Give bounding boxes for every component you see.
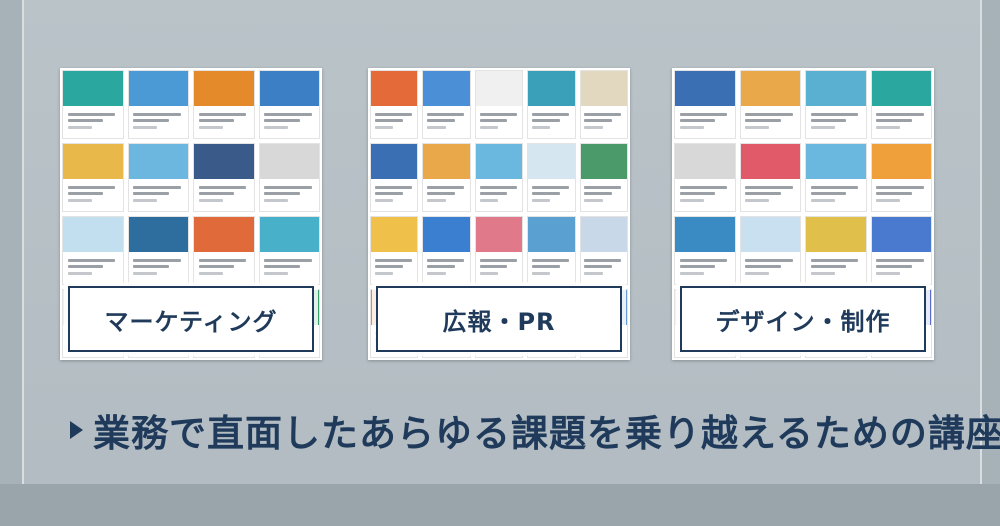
course-thumbnail — [127, 70, 189, 139]
course-thumbnail — [62, 70, 124, 139]
course-thumbnail — [805, 216, 867, 285]
course-thumbnail — [579, 216, 628, 285]
course-thumbnail — [370, 143, 419, 212]
course-thumbnail — [579, 70, 628, 139]
course-thumbnail — [193, 70, 255, 139]
category-card-pr[interactable]: 広報・PR — [368, 68, 630, 360]
category-label: 広報・PR — [442, 307, 556, 336]
course-thumbnail — [258, 216, 320, 285]
category-card-marketing[interactable]: マーケティング — [60, 68, 322, 360]
course-thumbnail — [193, 216, 255, 285]
course-thumbnail — [870, 70, 932, 139]
category-label-box: 広報・PR — [376, 286, 622, 352]
course-thumbnail — [62, 143, 124, 212]
course-thumbnail — [370, 216, 419, 285]
course-thumbnail — [474, 143, 524, 212]
bottom-strip — [0, 484, 1000, 526]
course-thumbnail — [422, 216, 471, 285]
course-thumbnail — [474, 70, 524, 139]
course-thumbnail — [527, 70, 576, 139]
course-thumbnail — [527, 143, 576, 212]
category-card-design[interactable]: デザイン・制作 — [672, 68, 934, 360]
course-thumbnail — [127, 216, 189, 285]
course-thumbnail — [370, 70, 419, 139]
course-thumbnail — [62, 216, 124, 285]
category-label-box: デザイン・制作 — [680, 286, 926, 352]
course-thumbnail — [805, 143, 867, 212]
course-thumbnail — [258, 143, 320, 212]
course-thumbnail — [127, 143, 189, 212]
category-label: デザイン・制作 — [715, 307, 891, 336]
course-thumbnail — [527, 216, 576, 285]
course-thumbnail — [674, 143, 736, 212]
course-thumbnail — [739, 216, 801, 285]
course-thumbnail — [739, 143, 801, 212]
course-thumbnail — [674, 216, 736, 285]
course-thumbnail — [422, 70, 471, 139]
tagline: 業務で直面したあらゆる課題を乗り越えるための講座群 — [70, 402, 1000, 458]
course-thumbnail — [474, 216, 524, 285]
course-thumbnail — [674, 70, 736, 139]
course-thumbnail — [870, 216, 932, 285]
course-thumbnail — [739, 70, 801, 139]
course-thumbnail — [870, 143, 932, 212]
tagline-text: 業務で直面したあらゆる課題を乗り越えるための講座群 — [93, 412, 1000, 455]
category-label: マーケティング — [104, 307, 278, 336]
course-thumbnail — [805, 70, 867, 139]
course-thumbnail — [193, 143, 255, 212]
category-label-box: マーケティング — [68, 286, 314, 352]
course-thumbnail — [579, 143, 628, 212]
course-thumbnail — [422, 143, 471, 212]
course-thumbnail — [258, 70, 320, 139]
triangle-bullet-icon — [70, 421, 83, 439]
